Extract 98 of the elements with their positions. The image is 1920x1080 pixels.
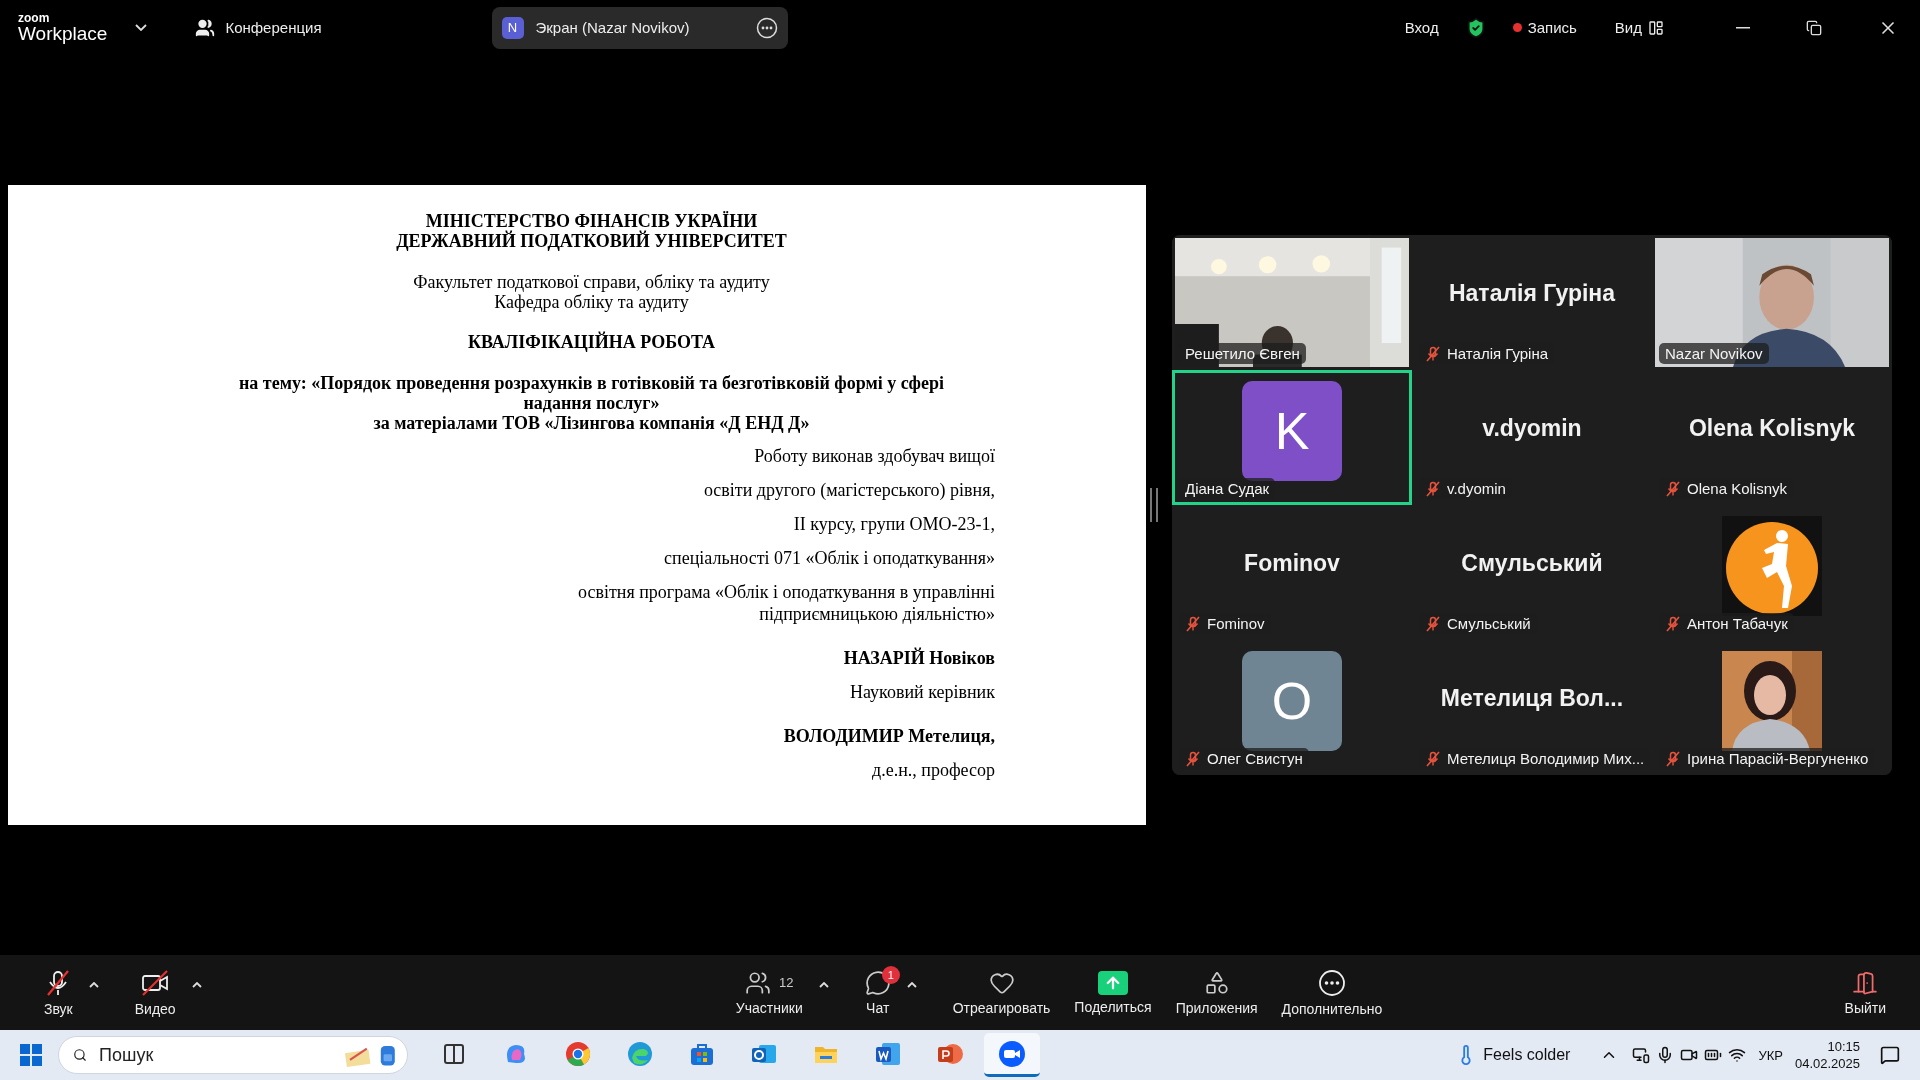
caret-icon: [906, 981, 917, 988]
view-button[interactable]: Вид: [1610, 15, 1668, 40]
participant-tile[interactable]: Метелиця Вол... Метелиця Володимир Мих...: [1412, 640, 1652, 775]
document-line: освітня програма «Облік і оподаткування в управлінні підприємницькою діяльністю»: [577, 581, 995, 625]
start-button[interactable]: [20, 1044, 42, 1066]
share-screen-icon: [1098, 970, 1128, 995]
participant-tile[interactable]: Ірина Парасій-Вергуненко: [1652, 640, 1892, 775]
product-name: Workplace: [18, 24, 108, 43]
audio-button[interactable]: Звук: [34, 964, 83, 1021]
participant-display-name: Fominov: [1244, 550, 1340, 577]
more-icon: [1317, 968, 1346, 997]
caret-icon: [88, 981, 99, 988]
participant-tile[interactable]: K Діана Судак: [1172, 370, 1412, 505]
more-icon: [755, 16, 778, 39]
participant-tile[interactable]: Решетило Євген: [1172, 235, 1412, 370]
exit-door-icon: [1852, 969, 1879, 996]
document-line: д.е.н., професор: [871, 759, 995, 781]
sign-in-button[interactable]: Вход: [1400, 15, 1443, 40]
document-topic: за матеріалами ТОВ «Лізингова компанія «Д ЕНД Д»: [372, 413, 811, 433]
participant-display-name: Olena Kolisnyk: [1688, 415, 1856, 442]
participant-display-name: v.dyomin: [1482, 415, 1582, 442]
apps-button[interactable]: Приложения: [1165, 965, 1268, 1020]
participant-name: Діана Судак: [1185, 480, 1270, 497]
document-line: Факультет податкової справи, обліку та аудиту: [412, 272, 771, 292]
wifi-icon: [1728, 1046, 1747, 1064]
document-line: освіти другого (магістерського) рівня,: [702, 479, 995, 501]
participant-display-name: Смульський: [1461, 550, 1603, 577]
document-title: КВАЛІФІКАЦІЙНА РОБОТА: [466, 332, 717, 352]
wave-logo-icon: [626, 1039, 654, 1068]
leave-button[interactable]: Выйти: [1834, 965, 1896, 1020]
resize-handle[interactable]: [1150, 488, 1158, 522]
clock-time: 10:15: [1827, 1038, 1860, 1055]
document-line: ВОЛОДИМИР Метелиця,: [782, 725, 995, 747]
task-view-icon: [442, 1041, 466, 1066]
apps-icon: [1203, 969, 1230, 996]
participant-tile[interactable]: Nazar Novikov: [1652, 235, 1892, 370]
more-button[interactable]: Дополнительно: [1271, 964, 1393, 1021]
participant-tile[interactable]: v.dyomin v.dyomin: [1412, 370, 1652, 505]
participant-name: v.dyomin: [1447, 480, 1506, 497]
meeting-icon: [195, 17, 216, 38]
screen-share-label: Экран (Nazar Novikov): [535, 19, 691, 36]
brand-logo: zoom: [18, 12, 51, 24]
document-line: Роботу виконав здобувач вищої: [753, 445, 995, 467]
notifications-icon: [1880, 1045, 1900, 1065]
unread-badge: 1: [881, 965, 900, 984]
meeting-info-button[interactable]: Конференция: [189, 16, 328, 39]
minimize-icon: [1736, 26, 1750, 29]
document-line: ІІ курсу, групи ОМО-23-1,: [792, 513, 995, 535]
participant-tile[interactable]: Fominov Fominov: [1172, 505, 1412, 640]
video-button[interactable]: Видео: [124, 964, 186, 1021]
participant-display-name: Наталія Гуріна: [1448, 280, 1615, 307]
participant-name: Ірина Парасій-Вергуненко: [1687, 750, 1869, 767]
screen-share-pill[interactable]: N Экран (Nazar Novikov): [491, 6, 788, 49]
participant-name: Наталія Гуріна: [1447, 345, 1548, 362]
document-heading: ДЕРЖАВНИЙ ПОДАТКОВИЙ УНІВЕРСИТЕТ: [395, 231, 788, 251]
weather-label: Feels colder: [1483, 1046, 1571, 1064]
caret-icon: [818, 981, 829, 988]
search-bar[interactable]: Пошук: [58, 1036, 408, 1074]
participant-name: Антон Табачук: [1687, 615, 1788, 632]
search-input[interactable]: Пошук: [97, 1043, 333, 1067]
initial-avatar: K: [1242, 380, 1342, 481]
participant-tile[interactable]: Olena Kolisnyk Olena Kolisnyk: [1652, 370, 1892, 505]
document-line: спеціальності 071 «Облік і оподаткування»: [663, 547, 995, 569]
language-indicator[interactable]: УКР: [1758, 1047, 1783, 1063]
recording-button[interactable]: Запись: [1508, 15, 1581, 40]
document-line: Науковий керівник: [849, 681, 995, 703]
participant-tile[interactable]: Наталія Гуріна Наталія Гуріна: [1412, 235, 1652, 370]
participants-button[interactable]: 12 Участники: [725, 965, 813, 1020]
participant-tile[interactable]: O Олег Свистун: [1172, 640, 1412, 775]
participant-name: Метелиця Володимир Мих...: [1447, 750, 1645, 767]
participants-icon: [745, 969, 772, 996]
video-camera-logo-icon: [998, 1039, 1026, 1068]
taskbar-app-button[interactable]: [984, 1033, 1040, 1077]
clock-date: 04.02.2025: [1794, 1055, 1860, 1072]
document-topic: на тему: «Порядок проведення розрахунків в готівковій та безготівковій формі у сфері надання послуг»: [237, 373, 946, 413]
chat-button[interactable]: Чат 1: [854, 965, 901, 1020]
caret-icon: [191, 981, 202, 988]
ring-logo-icon: [564, 1039, 592, 1068]
participant-tile[interactable]: Смульський Смульський: [1412, 505, 1652, 640]
participant-name: Смульський: [1447, 615, 1531, 632]
sharer-initial-avatar: N: [501, 16, 524, 39]
participant-display-name: Метелиця Вол...: [1440, 685, 1624, 712]
share-button[interactable]: Поделиться: [1064, 966, 1162, 1019]
participant-name: Решетило Євген: [1185, 345, 1300, 362]
layout-icon: [1648, 19, 1664, 36]
restore-icon: [1806, 19, 1822, 36]
initial-avatar: O: [1242, 650, 1342, 751]
document-line: НАЗАРІЙ Новіков: [842, 647, 995, 669]
document-heading: МІНІСТЕРСТВО ФІНАНСІВ УКРАЇНИ: [425, 211, 759, 231]
caret-icon: [135, 24, 148, 31]
document-line: Кафедра обліку та аудиту: [493, 292, 690, 312]
react-button[interactable]: Отреагировать: [942, 965, 1061, 1020]
devices-icon: [1632, 1046, 1651, 1064]
participant-name: Fominov: [1207, 615, 1265, 632]
participant-name: Olena Kolisnyk: [1687, 480, 1788, 497]
participant-name: Nazar Novikov: [1665, 345, 1763, 362]
participant-tile[interactable]: Антон Табачук: [1652, 505, 1892, 640]
participant-name: Олег Свистун: [1207, 750, 1303, 767]
